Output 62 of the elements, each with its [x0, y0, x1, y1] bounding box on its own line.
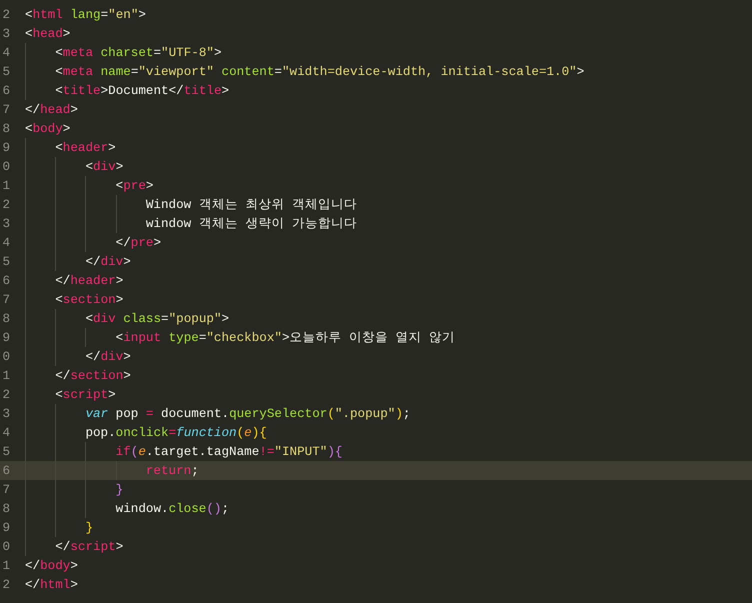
- code-line: </script>: [55, 540, 124, 554]
- line-number: 3: [1, 406, 11, 420]
- line-number: 2: [1, 388, 11, 402]
- line-number: 2: [1, 198, 11, 212]
- code-line: <section>: [55, 292, 124, 306]
- line-number: 2: [1, 8, 11, 22]
- code-line: <div class="popup">: [85, 312, 230, 326]
- code-line: pop.onclick=function(e){: [85, 426, 267, 440]
- code-line: <input type="checkbox">오늘하루 이창을 열지 않기: [116, 330, 456, 346]
- line-number: 2: [1, 578, 11, 592]
- line-number: 6: [1, 274, 11, 288]
- code-line: }: [116, 482, 124, 496]
- code-line: <head>: [25, 26, 70, 40]
- line-number: 6: [1, 464, 11, 478]
- code-line: </html>: [25, 578, 78, 592]
- line-number: 9: [1, 330, 11, 344]
- code-line: <pre>: [116, 178, 154, 192]
- line-number: 7: [1, 102, 11, 116]
- line-number: 8: [1, 122, 11, 136]
- line-number: 1: [1, 178, 11, 192]
- code-line: <meta charset="UTF-8">: [55, 46, 222, 60]
- code-line: if(e.target.tagName!="INPUT"){: [116, 444, 342, 458]
- code-line: </section>: [55, 368, 131, 382]
- line-number: 5: [1, 254, 11, 268]
- code-line: <meta name="viewport" content="width=device-width, initial-scale=1.0">: [55, 64, 584, 78]
- line-number: 4: [1, 426, 11, 440]
- line-number: 4: [1, 46, 11, 60]
- code-line: </pre>: [116, 236, 162, 250]
- code-line: </header>: [55, 274, 124, 288]
- line-number: 3: [1, 26, 11, 40]
- line-number: 9: [1, 140, 11, 154]
- line-number: 0: [1, 540, 11, 554]
- code-line: <title>Document</title>: [55, 84, 230, 98]
- code-line: }: [85, 520, 93, 534]
- code-line: </div>: [85, 254, 131, 268]
- line-number: 8: [1, 502, 11, 516]
- line-number: 4: [1, 236, 11, 250]
- code-line: window.close();: [116, 502, 230, 516]
- line-number: 6: [1, 84, 11, 98]
- line-number: 1: [1, 368, 11, 382]
- code-line: <body>: [25, 122, 70, 136]
- code-line: </head>: [25, 102, 78, 116]
- line-number: 1: [1, 558, 11, 572]
- code-line: </div>: [85, 350, 131, 364]
- line-number: 0: [1, 160, 11, 174]
- code-line: <script>: [55, 388, 116, 402]
- code-line: <html lang="en">: [25, 8, 146, 22]
- code-line: window 객체는 생략이 가능합니다: [146, 216, 357, 232]
- line-number: 5: [1, 444, 11, 458]
- code-line: </body>: [25, 558, 78, 572]
- code-line: <div>: [85, 160, 124, 174]
- code-line: <header>: [55, 140, 116, 154]
- code-line: var pop = document.querySelector(".popup");: [85, 406, 410, 420]
- line-number: 7: [1, 292, 11, 306]
- code-line: return;: [146, 464, 199, 478]
- line-number: 3: [1, 216, 11, 230]
- line-number: 5: [1, 64, 11, 78]
- line-number: 7: [1, 482, 11, 496]
- code-line: Window 객체는 최상위 객체입니다: [146, 197, 357, 213]
- line-number: 9: [1, 520, 11, 534]
- line-number: 8: [1, 312, 11, 326]
- line-number: 0: [1, 350, 11, 364]
